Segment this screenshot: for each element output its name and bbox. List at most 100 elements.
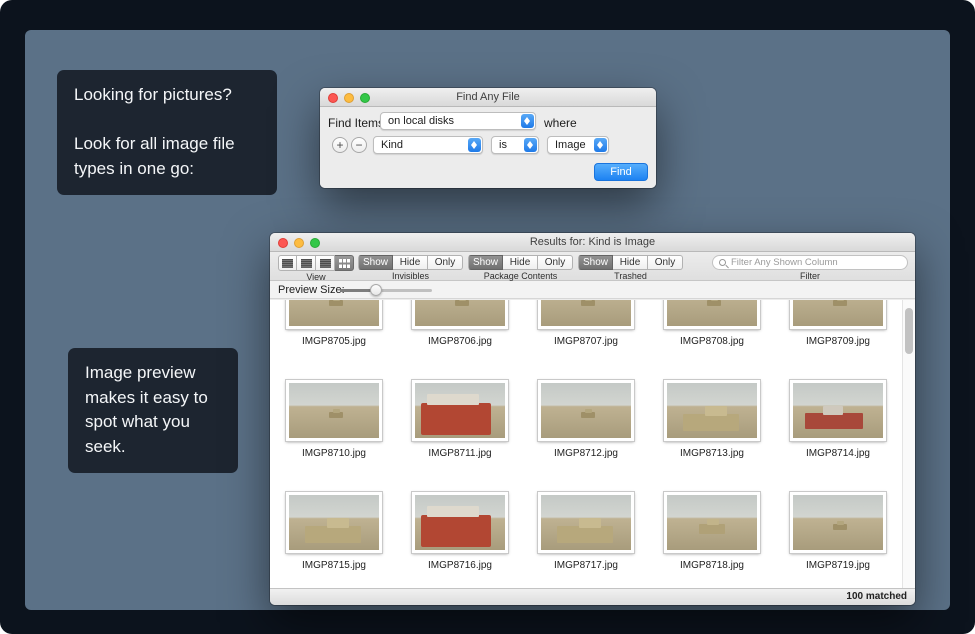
find-button[interactable]: Find	[594, 163, 648, 181]
trashed-label: Trashed	[614, 271, 647, 281]
file-item[interactable]: IMGP8712.jpg	[523, 380, 649, 492]
view-detail-button[interactable]	[297, 255, 316, 271]
photo-shape	[459, 300, 466, 301]
file-name: IMGP8706.jpg	[428, 336, 492, 347]
thumbnail-photo	[667, 383, 757, 438]
preview-size-thumb[interactable]	[370, 284, 382, 296]
invisibles-only-button[interactable]: Only	[428, 255, 463, 270]
thumbnail-photo	[541, 383, 631, 438]
thumbnail	[790, 492, 886, 553]
photo-shape	[421, 403, 491, 435]
results-toolbar: View Show Hide Only Invisibles Show Hide…	[270, 252, 915, 281]
file-name: IMGP8705.jpg	[302, 336, 366, 347]
thumbnail	[412, 300, 508, 329]
photo-shape	[333, 409, 340, 413]
popup-arrows-icon	[521, 114, 534, 128]
photo-shape	[427, 394, 479, 405]
file-item[interactable]: IMGP8709.jpg	[775, 300, 901, 380]
file-item[interactable]: IMGP8708.jpg	[649, 300, 775, 380]
attribute-popup[interactable]: Kind	[373, 136, 483, 154]
list-icon	[282, 259, 293, 268]
preview-size-slider[interactable]	[340, 281, 432, 299]
photo-shape	[837, 300, 844, 301]
scope-popup[interactable]: on local disks	[380, 112, 536, 130]
invisibles-show-button[interactable]: Show	[358, 255, 393, 270]
find-any-file-window: Find Any File Find Items on local disks …	[320, 88, 656, 188]
file-name: IMGP8717.jpg	[554, 560, 618, 571]
photo-shape	[557, 526, 613, 543]
results-window: Results for: Kind is Image View Show H	[270, 233, 915, 605]
photo-shape	[823, 406, 843, 415]
file-name: IMGP8714.jpg	[806, 448, 870, 459]
add-rule-button[interactable]: +	[332, 137, 348, 153]
invisibles-hide-button[interactable]: Hide	[393, 255, 428, 270]
package-show-button[interactable]: Show	[468, 255, 503, 270]
file-name: IMGP8713.jpg	[680, 448, 744, 459]
thumbnail	[412, 380, 508, 441]
attribute-value: Kind	[381, 139, 403, 151]
popup-arrows-icon	[524, 138, 537, 152]
filter-group: Filter	[712, 255, 908, 281]
callout-preview: Image preview makes it easy to spot what…	[68, 348, 238, 473]
photo-shape	[705, 406, 727, 416]
file-item[interactable]: IMGP8705.jpg	[271, 300, 397, 380]
trashed-group: Show Hide Only Trashed	[578, 255, 683, 281]
preview-size-row: Preview Size:	[270, 281, 915, 299]
file-name: IMGP8707.jpg	[554, 336, 618, 347]
file-item[interactable]: IMGP8711.jpg	[397, 380, 523, 492]
file-item[interactable]: IMGP8715.jpg	[271, 492, 397, 588]
vertical-scrollbar[interactable]	[902, 300, 915, 588]
thumbnail-photo	[793, 300, 883, 326]
value-popup[interactable]: Image	[547, 136, 609, 154]
photo-shape	[579, 518, 601, 528]
results-content: IMGP8705.jpg IMGP8706.jpg IMGP8707.jpg I…	[270, 300, 915, 588]
filter-input[interactable]	[713, 256, 907, 269]
list-dense-icon	[320, 259, 331, 268]
view-grid-button[interactable]	[335, 255, 354, 271]
where-label: where	[544, 116, 577, 130]
thumbnail-photo	[541, 495, 631, 550]
scope-value: on local disks	[388, 115, 454, 127]
thumbnail-photo	[541, 300, 631, 326]
file-item[interactable]: IMGP8714.jpg	[775, 380, 901, 492]
list-detail-icon	[301, 259, 312, 268]
thumbnail-photo	[289, 300, 379, 326]
package-only-button[interactable]: Only	[538, 255, 573, 270]
view-dense-button[interactable]	[316, 255, 335, 271]
file-name: IMGP8710.jpg	[302, 448, 366, 459]
file-item[interactable]: IMGP8717.jpg	[523, 492, 649, 588]
trashed-hide-button[interactable]: Hide	[613, 255, 648, 270]
thumbnail-photo	[289, 495, 379, 550]
thumbnail	[664, 492, 760, 553]
file-item[interactable]: IMGP8707.jpg	[523, 300, 649, 380]
file-item[interactable]: IMGP8719.jpg	[775, 492, 901, 588]
filter-field[interactable]	[712, 255, 908, 270]
photo-shape	[305, 526, 361, 543]
file-item[interactable]: IMGP8710.jpg	[271, 380, 397, 492]
file-item[interactable]: IMGP8706.jpg	[397, 300, 523, 380]
scrollbar-thumb[interactable]	[905, 308, 913, 354]
presentation-canvas: Looking for pictures? Look for all image…	[0, 0, 975, 634]
thumbnail	[538, 492, 634, 553]
file-item[interactable]: IMGP8713.jpg	[649, 380, 775, 492]
package-hide-button[interactable]: Hide	[503, 255, 538, 270]
view-list-button[interactable]	[278, 255, 297, 271]
thumbnail	[286, 380, 382, 441]
filter-label: Filter	[800, 271, 820, 281]
file-item[interactable]: IMGP8718.jpg	[649, 492, 775, 588]
find-window-titlebar[interactable]: Find Any File	[320, 88, 656, 107]
file-item[interactable]: IMGP8716.jpg	[397, 492, 523, 588]
file-name: IMGP8712.jpg	[554, 448, 618, 459]
operator-popup[interactable]: is	[491, 136, 539, 154]
status-bar: 100 matched	[270, 588, 915, 605]
popup-arrows-icon	[594, 138, 607, 152]
file-name: IMGP8708.jpg	[680, 336, 744, 347]
file-name: IMGP8711.jpg	[428, 448, 491, 459]
thumbnail	[538, 300, 634, 329]
results-window-titlebar[interactable]: Results for: Kind is Image	[270, 233, 915, 252]
trashed-only-button[interactable]: Only	[648, 255, 683, 270]
trashed-show-button[interactable]: Show	[578, 255, 613, 270]
find-items-label: Find Items	[328, 116, 384, 130]
find-window-title: Find Any File	[320, 91, 656, 103]
remove-rule-button[interactable]: −	[351, 137, 367, 153]
